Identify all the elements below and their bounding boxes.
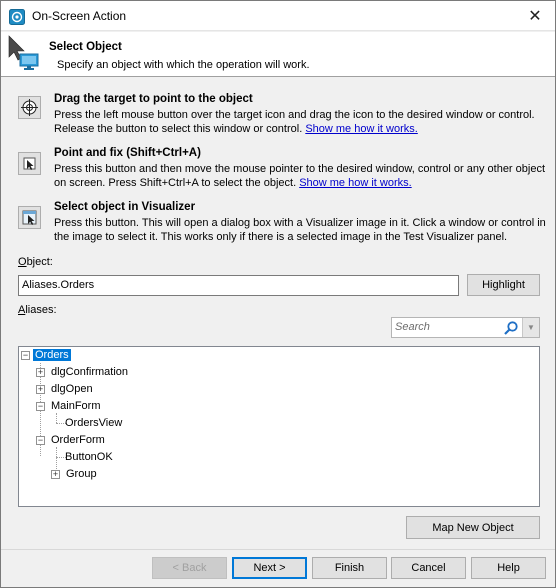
finish-button[interactable]: Finish — [312, 557, 387, 579]
method-title: Select object in Visualizer — [54, 201, 196, 213]
back-button[interactable]: < Back — [152, 557, 227, 579]
wizard-header: Select Object Specify an object with whi… — [1, 32, 555, 77]
tree-node-label: dlgOpen — [51, 383, 93, 395]
method-title: Point and fix (Shift+Ctrl+A) — [54, 147, 201, 159]
tree-node-group[interactable]: + Group — [51, 467, 99, 482]
method-description: Press this button. This will open a dial… — [54, 217, 546, 243]
tree-node-orders[interactable]: − Orders — [21, 348, 71, 363]
app-icon — [9, 9, 25, 25]
select-object-icon — [8, 35, 39, 70]
drag-target-button[interactable] — [18, 96, 41, 119]
method-visualizer: Select object in Visualizer Press this b… — [18, 201, 546, 249]
search-input[interactable]: Search — [395, 321, 430, 333]
method-drag-target: Drag the target to point to the object P… — [18, 93, 538, 141]
tree-connector — [56, 413, 57, 423]
footer-divider — [1, 549, 555, 550]
object-label: Object: — [18, 256, 53, 268]
show-me-link[interactable]: Show me how it works. — [305, 123, 417, 135]
tree-node-label: Group — [66, 468, 97, 480]
expand-icon[interactable]: + — [51, 470, 60, 479]
close-button[interactable]: ✕ — [521, 5, 549, 27]
tree-node-label: MainForm — [51, 400, 101, 412]
point-fix-button[interactable] — [18, 152, 41, 175]
expand-icon[interactable]: + — [36, 385, 45, 394]
search-options-dropdown[interactable]: ▼ — [522, 318, 539, 337]
tree-node-label: dlgConfirmation — [51, 366, 129, 378]
on-screen-action-dialog: On-Screen Action ✕ Select Object Specify… — [0, 0, 556, 588]
visualizer-icon — [22, 210, 37, 225]
collapse-icon[interactable]: − — [36, 402, 45, 411]
tree-node-dlgopen[interactable]: + dlgOpen — [36, 382, 95, 397]
highlight-button[interactable]: Highlight — [467, 274, 540, 296]
search-icon[interactable] — [503, 320, 519, 336]
close-icon: ✕ — [528, 8, 542, 25]
collapse-icon[interactable]: − — [21, 351, 30, 360]
header-title: Select Object — [49, 41, 122, 53]
visualizer-button[interactable] — [18, 206, 41, 229]
tree-node-dlgconfirmation[interactable]: + dlgConfirmation — [36, 365, 130, 380]
tree-node-buttonok[interactable]: ButtonOK — [63, 450, 115, 465]
tree-node-ordersview[interactable]: OrdersView — [63, 416, 124, 431]
help-button[interactable]: Help — [471, 557, 546, 579]
show-me-link[interactable]: Show me how it works. — [299, 177, 411, 189]
tree-node-label: ButtonOK — [65, 451, 113, 463]
collapse-icon[interactable]: − — [36, 436, 45, 445]
method-description: Press this button and then move the mous… — [54, 163, 554, 190]
method-title: Drag the target to point to the object — [54, 93, 253, 105]
tree-node-label: OrderForm — [51, 434, 105, 446]
next-button[interactable]: Next > — [232, 557, 307, 579]
target-crosshair-icon — [21, 99, 38, 116]
chevron-down-icon: ▼ — [527, 323, 535, 332]
method-point-fix: Point and fix (Shift+Ctrl+A) Press this … — [18, 147, 545, 195]
tree-node-orderform[interactable]: − OrderForm — [36, 433, 107, 448]
map-new-object-button[interactable]: Map New Object — [406, 516, 540, 539]
header-subtitle: Specify an object with which the operati… — [57, 59, 310, 71]
search-box[interactable]: Search ▼ — [391, 317, 540, 338]
aliases-label: Aliases: — [18, 304, 57, 316]
tree-node-label: Orders — [33, 349, 71, 361]
cancel-button[interactable]: Cancel — [391, 557, 466, 579]
aliases-tree[interactable]: − Orders + dlgConfirmation + dlgOpen − M… — [18, 346, 540, 507]
object-field[interactable]: Aliases.Orders — [18, 275, 459, 296]
window-title: On-Screen Action — [32, 9, 127, 23]
tree-node-mainform[interactable]: − MainForm — [36, 399, 103, 414]
point-fix-icon — [23, 157, 36, 170]
expand-icon[interactable]: + — [36, 368, 45, 377]
method-description-text: Press the left mouse button over the tar… — [54, 109, 535, 135]
tree-node-label: OrdersView — [65, 417, 123, 429]
title-bar: On-Screen Action ✕ — [1, 1, 555, 31]
method-description: Press the left mouse button over the tar… — [54, 109, 554, 136]
